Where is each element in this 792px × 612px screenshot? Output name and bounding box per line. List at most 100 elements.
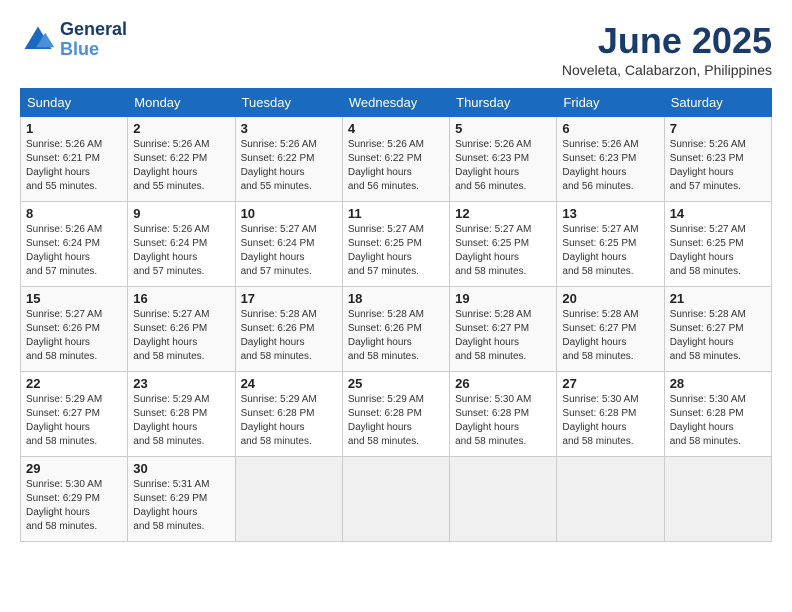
day-number: 4 xyxy=(348,121,444,136)
calendar-cell: 16 Sunrise: 5:27 AM Sunset: 6:26 PM Dayli… xyxy=(128,287,235,372)
day-detail: Sunrise: 5:26 AM Sunset: 6:23 PM Dayligh… xyxy=(455,138,551,194)
calendar-cell xyxy=(557,457,664,542)
calendar-cell: 8 Sunrise: 5:26 AM Sunset: 6:24 PM Daylig… xyxy=(21,202,128,287)
calendar-cell: 2 Sunrise: 5:26 AM Sunset: 6:22 PM Daylig… xyxy=(128,117,235,202)
week-row-4: 22 Sunrise: 5:29 AM Sunset: 6:27 PM Dayli… xyxy=(21,372,772,457)
day-number: 21 xyxy=(670,291,766,306)
day-detail: Sunrise: 5:29 AM Sunset: 6:27 PM Dayligh… xyxy=(26,393,122,449)
day-detail: Sunrise: 5:26 AM Sunset: 6:23 PM Dayligh… xyxy=(562,138,658,194)
day-number: 24 xyxy=(241,376,337,391)
calendar-cell: 30Sunrise: 5:31 AM Sunset: 6:29 PM Dayli… xyxy=(128,457,235,542)
calendar-cell: 15Sunrise: 5:27 AM Sunset: 6:26 PM Dayli… xyxy=(21,287,128,372)
day-detail: Sunrise: 5:27 AM Sunset: 6:25 PM Dayligh… xyxy=(670,223,766,279)
calendar-cell: 5 Sunrise: 5:26 AM Sunset: 6:23 PM Daylig… xyxy=(450,117,557,202)
day-detail: Sunrise: 5:27 AM Sunset: 6:25 PM Dayligh… xyxy=(348,223,444,279)
day-number: 1 xyxy=(26,121,122,136)
day-number: 15 xyxy=(26,291,122,306)
day-number: 19 xyxy=(455,291,551,306)
title-area: June 2025 Noveleta, Calabarzon, Philippi… xyxy=(562,20,772,78)
calendar-cell: 28Sunrise: 5:30 AM Sunset: 6:28 PM Dayli… xyxy=(664,372,771,457)
calendar-cell xyxy=(450,457,557,542)
day-detail: Sunrise: 5:26 AM Sunset: 6:22 PM Dayligh… xyxy=(241,138,337,194)
calendar-title: June 2025 xyxy=(562,20,772,62)
calendar-cell: 4 Sunrise: 5:26 AM Sunset: 6:22 PM Daylig… xyxy=(342,117,449,202)
calendar-cell: 9 Sunrise: 5:26 AM Sunset: 6:24 PM Daylig… xyxy=(128,202,235,287)
calendar-cell: 13 Sunrise: 5:27 AM Sunset: 6:25 PM Dayli… xyxy=(557,202,664,287)
day-number: 26 xyxy=(455,376,551,391)
day-detail: Sunrise: 5:27 AM Sunset: 6:25 PM Dayligh… xyxy=(455,223,551,279)
calendar-cell: 10 Sunrise: 5:27 AM Sunset: 6:24 PM Dayli… xyxy=(235,202,342,287)
day-number: 20 xyxy=(562,291,658,306)
day-number: 16 xyxy=(133,291,229,306)
header-monday: Monday xyxy=(128,89,235,117)
day-detail: Sunrise: 5:29 AM Sunset: 6:28 PM Dayligh… xyxy=(241,393,337,449)
calendar-cell xyxy=(342,457,449,542)
day-detail: Sunrise: 5:26 AM Sunset: 6:21 PM Dayligh… xyxy=(26,138,122,194)
day-detail: Sunrise: 5:29 AM Sunset: 6:28 PM Dayligh… xyxy=(348,393,444,449)
day-number: 5 xyxy=(455,121,551,136)
calendar-cell: 22 Sunrise: 5:29 AM Sunset: 6:27 PM Dayli… xyxy=(21,372,128,457)
logo-icon xyxy=(20,22,56,58)
calendar-cell: 27Sunrise: 5:30 AM Sunset: 6:28 PM Dayli… xyxy=(557,372,664,457)
day-number: 18 xyxy=(348,291,444,306)
calendar-cell: 24 Sunrise: 5:29 AM Sunset: 6:28 PM Dayli… xyxy=(235,372,342,457)
day-detail: Sunrise: 5:28 AM Sunset: 6:26 PM Dayligh… xyxy=(348,308,444,364)
calendar-cell: 14 Sunrise: 5:27 AM Sunset: 6:25 PM Dayli… xyxy=(664,202,771,287)
week-row-3: 15 Sunrise: 5:27 AM Sunset: 6:26 PM Dayli… xyxy=(21,287,772,372)
day-detail: Sunrise: 5:26 AM Sunset: 6:22 PM Dayligh… xyxy=(348,138,444,194)
day-detail: Sunrise: 5:30 AM Sunset: 6:29 PM Dayligh… xyxy=(26,478,122,534)
calendar-cell: 17 Sunrise: 5:28 AM Sunset: 6:26 PM Dayli… xyxy=(235,287,342,372)
day-number: 23 xyxy=(133,376,229,391)
calendar-cell: 6Sunrise: 5:26 AM Sunset: 6:23 PM Daylig… xyxy=(557,117,664,202)
day-detail: Sunrise: 5:26 AM Sunset: 6:22 PM Dayligh… xyxy=(133,138,229,194)
calendar-table: Sunday Monday Tuesday Wednesday Thursday… xyxy=(20,88,772,542)
calendar-cell: 25 Sunrise: 5:29 AM Sunset: 6:28 PM Dayli… xyxy=(342,372,449,457)
calendar-subtitle: Noveleta, Calabarzon, Philippines xyxy=(562,62,772,78)
header: General Blue June 2025 Noveleta, Calabar… xyxy=(20,20,772,78)
day-detail: Sunrise: 5:30 AM Sunset: 6:28 PM Dayligh… xyxy=(455,393,551,449)
logo-line2: Blue xyxy=(60,40,127,60)
calendar-cell: 26 Sunrise: 5:30 AM Sunset: 6:28 PM Dayli… xyxy=(450,372,557,457)
logo: General Blue xyxy=(20,20,127,60)
day-detail: Sunrise: 5:29 AM Sunset: 6:28 PM Dayligh… xyxy=(133,393,229,449)
day-number: 25 xyxy=(348,376,444,391)
day-number: 14 xyxy=(670,206,766,221)
day-number: 11 xyxy=(348,206,444,221)
calendar-cell: 3 Sunrise: 5:26 AM Sunset: 6:22 PM Daylig… xyxy=(235,117,342,202)
header-tuesday: Tuesday xyxy=(235,89,342,117)
day-number: 9 xyxy=(133,206,229,221)
header-wednesday: Wednesday xyxy=(342,89,449,117)
day-number: 10 xyxy=(241,206,337,221)
calendar-cell: 21Sunrise: 5:28 AM Sunset: 6:27 PM Dayli… xyxy=(664,287,771,372)
day-detail: Sunrise: 5:27 AM Sunset: 6:26 PM Dayligh… xyxy=(133,308,229,364)
weekday-header-row: Sunday Monday Tuesday Wednesday Thursday… xyxy=(21,89,772,117)
day-detail: Sunrise: 5:26 AM Sunset: 6:24 PM Dayligh… xyxy=(26,223,122,279)
day-detail: Sunrise: 5:26 AM Sunset: 6:24 PM Dayligh… xyxy=(133,223,229,279)
day-detail: Sunrise: 5:27 AM Sunset: 6:25 PM Dayligh… xyxy=(562,223,658,279)
day-number: 27 xyxy=(562,376,658,391)
header-saturday: Saturday xyxy=(664,89,771,117)
calendar-cell: 20Sunrise: 5:28 AM Sunset: 6:27 PM Dayli… xyxy=(557,287,664,372)
day-number: 2 xyxy=(133,121,229,136)
day-detail: Sunrise: 5:27 AM Sunset: 6:24 PM Dayligh… xyxy=(241,223,337,279)
day-number: 22 xyxy=(26,376,122,391)
day-number: 3 xyxy=(241,121,337,136)
day-number: 13 xyxy=(562,206,658,221)
calendar-cell: 12 Sunrise: 5:27 AM Sunset: 6:25 PM Dayli… xyxy=(450,202,557,287)
day-number: 29 xyxy=(26,461,122,476)
day-number: 17 xyxy=(241,291,337,306)
calendar-cell: 7Sunrise: 5:26 AM Sunset: 6:23 PM Daylig… xyxy=(664,117,771,202)
calendar-cell xyxy=(235,457,342,542)
day-number: 12 xyxy=(455,206,551,221)
day-detail: Sunrise: 5:30 AM Sunset: 6:28 PM Dayligh… xyxy=(670,393,766,449)
day-number: 7 xyxy=(670,121,766,136)
day-number: 8 xyxy=(26,206,122,221)
day-detail: Sunrise: 5:28 AM Sunset: 6:26 PM Dayligh… xyxy=(241,308,337,364)
calendar-cell: 23 Sunrise: 5:29 AM Sunset: 6:28 PM Dayli… xyxy=(128,372,235,457)
week-row-5: 29 Sunrise: 5:30 AM Sunset: 6:29 PM Dayli… xyxy=(21,457,772,542)
day-detail: Sunrise: 5:28 AM Sunset: 6:27 PM Dayligh… xyxy=(455,308,551,364)
logo-line1: General xyxy=(60,20,127,40)
header-sunday: Sunday xyxy=(21,89,128,117)
day-number: 30 xyxy=(133,461,229,476)
calendar-cell xyxy=(664,457,771,542)
